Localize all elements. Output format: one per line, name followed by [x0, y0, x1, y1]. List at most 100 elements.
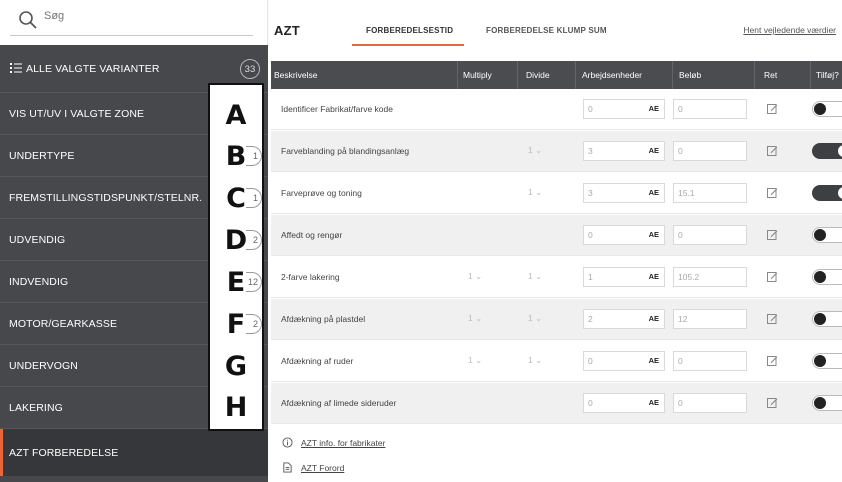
sidebar-item-label: MOTOR/GEARKASSE — [9, 317, 118, 330]
table-row: 2-farve lakering 1 ⌄ 1 ⌄ 1 AE 105.2 — [271, 257, 842, 298]
amount-input[interactable]: 15.1 — [673, 183, 747, 203]
select-value: 1 — [528, 313, 533, 323]
link-label: AZT info. for fabrikater — [301, 437, 386, 448]
sidebar-item-label: ALLE VALGTE VARIANTER — [26, 62, 160, 75]
sidebar-item-label: UNDERTYPE — [9, 149, 75, 162]
amount-value: 0 — [678, 230, 683, 240]
edit-icon[interactable] — [767, 271, 778, 282]
ae-value: 0 — [588, 398, 593, 408]
multiply-select[interactable]: 1 ⌄ — [468, 313, 482, 324]
search-input[interactable] — [44, 10, 254, 22]
content-header: AZT FORBEREDELSESTID FORBEREDELSE KLUMP … — [268, 0, 842, 61]
ae-value: 3 — [588, 188, 593, 198]
multiply-select[interactable]: 1 ⌄ — [468, 271, 482, 282]
amount-value: 0 — [678, 146, 683, 156]
edit-icon[interactable] — [767, 103, 778, 114]
include-toggle[interactable] — [812, 269, 842, 285]
list-icon — [10, 63, 22, 73]
ae-unit: AE — [648, 272, 659, 281]
sidebar-item-label: UNDERVOGN — [9, 359, 78, 372]
include-toggle[interactable] — [812, 185, 842, 201]
divide-select[interactable]: 1 ⌄ — [528, 187, 542, 198]
sidebar-item-azt-forberedelse[interactable]: AZT FORBEREDELSE — [0, 429, 268, 476]
amount-input[interactable]: 12 — [673, 309, 747, 329]
edit-icon[interactable] — [767, 355, 778, 366]
ae-unit: AE — [648, 146, 659, 155]
ae-input[interactable]: 2 AE — [583, 309, 665, 329]
table-header: Beskrivelse Multiply Divide Arbejdsenhed… — [271, 61, 842, 89]
include-toggle[interactable] — [812, 101, 842, 117]
ae-input[interactable]: 0 AE — [583, 351, 665, 371]
column-divider — [575, 61, 576, 89]
row-description: Identificer Fabrikat/farve kode — [281, 104, 393, 114]
search-bar — [0, 0, 268, 45]
edit-icon[interactable] — [767, 313, 778, 324]
tab-forberedelsestid[interactable]: FORBEREDELSESTID — [366, 26, 453, 35]
row-description: Afdækning på plastdel — [281, 314, 366, 324]
column-divider — [754, 61, 755, 89]
azt-info-link[interactable]: AZT info. for fabrikater — [282, 437, 385, 448]
include-toggle[interactable] — [812, 395, 842, 411]
divide-select[interactable]: 1 ⌄ — [528, 313, 542, 324]
azt-forord-link[interactable]: AZT Forord — [282, 462, 344, 473]
sidebar-item-label: LAKERING — [9, 401, 63, 414]
include-toggle[interactable] — [812, 353, 842, 369]
amount-value: 0 — [678, 104, 683, 114]
overlay-letter: H — [224, 392, 248, 423]
row-description: Farveprøve og toning — [281, 188, 362, 198]
hent-vejledende-link[interactable]: Hent vejledende værdier — [743, 25, 836, 35]
overlay-letter: G — [224, 351, 248, 382]
ae-input[interactable]: 0 AE — [583, 99, 665, 119]
include-toggle[interactable] — [812, 143, 842, 159]
tab-forberedelse-klump-sum[interactable]: FORBEREDELSE KLUMP SUM — [486, 26, 607, 35]
multiply-select[interactable]: 1 ⌄ — [468, 355, 482, 366]
include-toggle[interactable] — [812, 227, 842, 243]
column-divider — [810, 61, 811, 89]
search-icon — [19, 11, 37, 29]
select-value: 1 — [528, 187, 533, 197]
amount-input[interactable]: 0 — [673, 141, 747, 161]
edit-icon[interactable] — [767, 397, 778, 408]
table-row: Afdækning af limede sideruder 0 AE 0 — [271, 383, 842, 424]
include-toggle[interactable] — [812, 311, 842, 327]
page-title: AZT — [274, 23, 300, 38]
active-tab-indicator — [352, 44, 464, 46]
amount-input[interactable]: 105.2 — [673, 267, 747, 287]
divide-select[interactable]: 1 ⌄ — [528, 355, 542, 366]
ae-unit: AE — [648, 356, 659, 365]
ae-input[interactable]: 1 AE — [583, 267, 665, 287]
ae-input[interactable]: 3 AE — [583, 183, 665, 203]
amount-input[interactable]: 0 — [673, 99, 747, 119]
amount-value: 12 — [678, 314, 688, 324]
row-description: Farveblanding på blandingsanlæg — [281, 146, 410, 156]
ae-input[interactable]: 0 AE — [583, 225, 665, 245]
ae-unit: AE — [648, 188, 659, 197]
amount-input[interactable]: 0 — [673, 225, 747, 245]
divide-select[interactable]: 1 ⌄ — [528, 271, 542, 282]
table-row: Farveprøve og toning 1 ⌄ 3 AE 15.1 — [271, 173, 842, 214]
ae-unit: AE — [648, 104, 659, 113]
divide-select[interactable]: 1 ⌄ — [528, 145, 542, 156]
toggle-knob — [814, 103, 826, 115]
ae-input[interactable]: 3 AE — [583, 141, 665, 161]
column-header: Ret — [764, 70, 778, 80]
table-row: Identificer Fabrikat/farve kode 0 AE 0 — [271, 89, 842, 130]
amount-input[interactable]: 0 — [673, 351, 747, 371]
row-description: 2-farve lakering — [281, 272, 340, 282]
select-value: 1 — [528, 145, 533, 155]
column-header: Divide — [526, 70, 550, 80]
column-header: Arbejdsenheder — [582, 70, 643, 80]
column-header: Beløb — [679, 70, 702, 80]
edit-icon[interactable] — [767, 229, 778, 240]
table-row: Affedt og rengør 0 AE 0 — [271, 215, 842, 256]
ae-input[interactable]: 0 AE — [583, 393, 665, 413]
amount-input[interactable]: 0 — [673, 393, 747, 413]
table-row: Afdækning af ruder 1 ⌄ 1 ⌄ 0 AE 0 — [271, 341, 842, 382]
toggle-knob — [838, 187, 842, 199]
edit-icon[interactable] — [767, 145, 778, 156]
column-header: Tilføj? — [816, 70, 839, 80]
edit-icon[interactable] — [767, 187, 778, 198]
row-description: Afdækning af ruder — [281, 356, 354, 366]
column-header: Beskrivelse — [274, 70, 318, 80]
select-value: 1 — [468, 313, 473, 323]
